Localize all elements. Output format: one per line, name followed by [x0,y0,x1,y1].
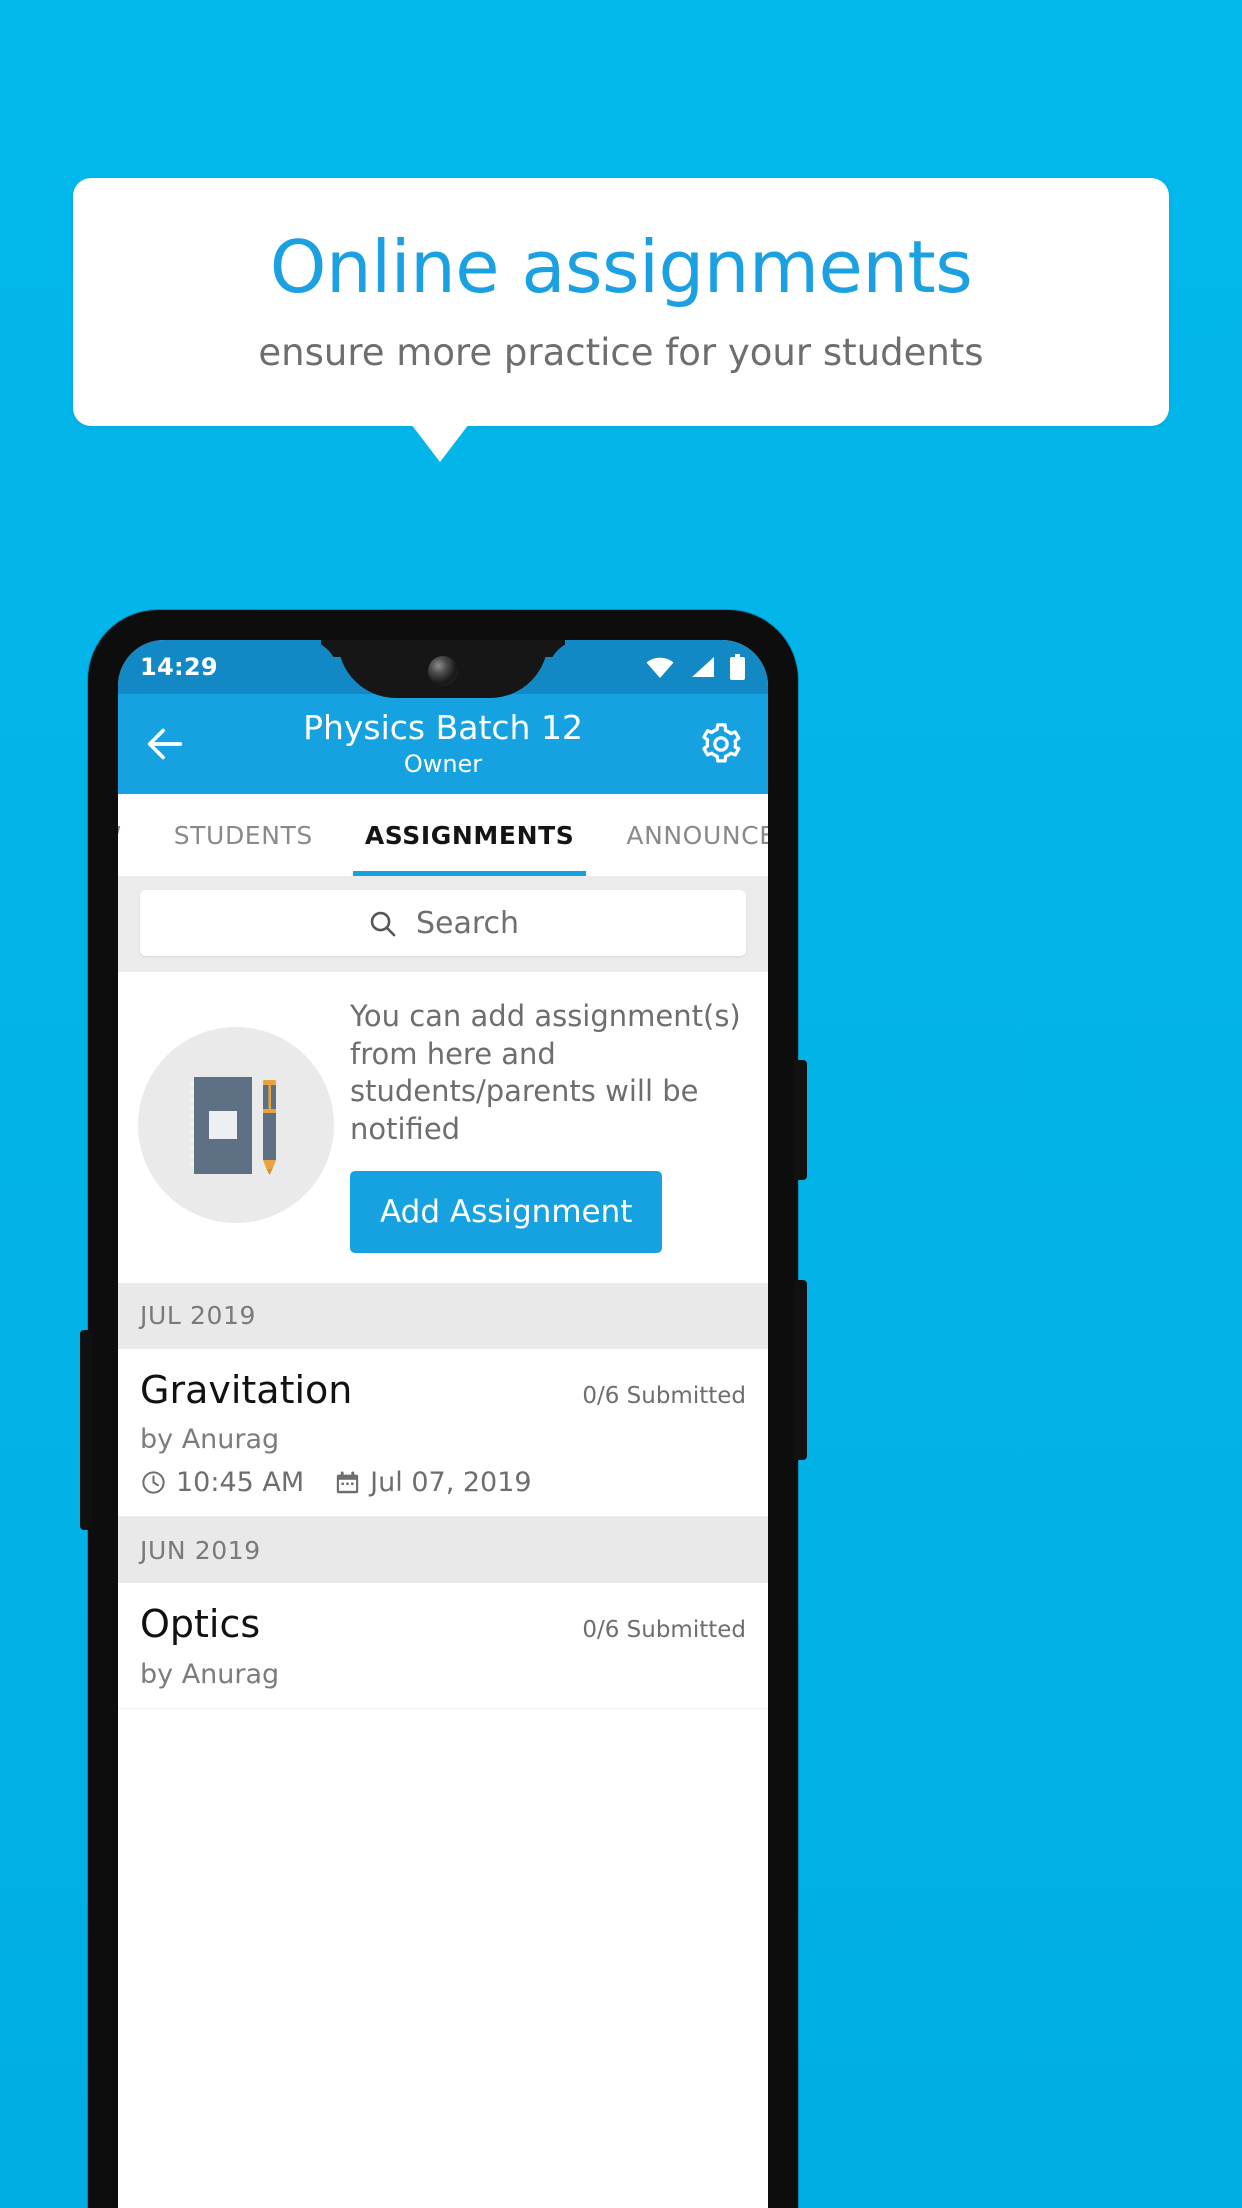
gear-icon[interactable] [698,721,744,767]
camera-notch [338,640,548,698]
month-label: JUN 2019 [140,1535,261,1565]
promo-subtitle: ensure more practice for your students [258,331,984,375]
phone-screen: 14:29 Physics Batch 12 Owner STUDENTS AS… [118,640,768,2208]
phone-side-button-power [793,1280,807,1460]
empty-state-text: You can add assignment(s) from here and … [350,999,741,1147]
assignment-row-gravitation[interactable]: Gravitation 0/6 Submitted by Anurag 10:4… [118,1348,768,1518]
cellular-signal-icon [692,657,714,677]
status-icons [645,654,746,680]
assignment-row-optics[interactable]: Optics 0/6 Submitted by Anurag [118,1583,768,1710]
add-assignment-button[interactable]: Add Assignment [350,1170,663,1253]
tab-students[interactable]: STUDENTS [148,794,339,876]
wifi-icon [646,657,674,678]
assignment-title: Gravitation [140,1367,353,1412]
back-arrow-icon[interactable] [142,721,188,767]
month-label: JUL 2019 [140,1301,256,1331]
status-bar: 14:29 [118,640,768,698]
month-header-jul: JUL 2019 [118,1282,768,1349]
promo-title: Online assignments [269,224,973,309]
phone-side-button-volume [793,1060,807,1180]
tab-label: ANNOUNCEMENTS [626,820,768,850]
tab-overview[interactable]: IEW [118,794,148,876]
assignment-author: by Anurag [140,1659,280,1691]
calendar-icon [336,1471,359,1494]
assignment-submitted-count: 0/6 Submitted [582,1382,746,1409]
page-subtitle: Owner [403,750,483,779]
search-icon [370,911,396,936]
tab-announcements[interactable]: ANNOUNCEMENTS [600,794,768,876]
empty-state-card: You can add assignment(s) from here and … [118,972,768,1283]
tab-label: STUDENTS [173,820,313,850]
assignment-header: Optics 0/6 Submitted [140,1603,746,1647]
promo-bubble: Online assignments ensure more practice … [73,178,1169,426]
month-header-jun: JUN 2019 [118,1517,768,1584]
promo-screenshot: Online assignments ensure more practice … [0,0,1242,2208]
tab-label: ASSIGNMENTS [364,820,575,850]
assignment-meta: 10:45 AM Jul 07, 2019 [140,1467,746,1498]
page-title: Physics Batch 12 [303,707,583,747]
illustration-circle [138,1027,334,1224]
assignment-title: Optics [140,1602,261,1647]
app-bar: Physics Batch 12 Owner [118,694,768,794]
tab-bar: IEW STUDENTS ASSIGNMENTS ANNOUNCEMENTS [118,794,768,876]
tab-assignments[interactable]: ASSIGNMENTS [339,794,601,876]
search-container: Search [118,876,768,972]
phone-frame: 14:29 Physics Batch 12 Owner STUDENTS AS… [88,610,798,2208]
front-camera-icon [428,656,458,686]
assignment-time: 10:45 AM [176,1467,305,1499]
assignment-submitted-count: 0/6 Submitted [582,1617,746,1644]
app-bar-titles: Physics Batch 12 Owner [118,707,768,779]
battery-icon [730,654,745,680]
empty-state-content: You can add assignment(s) from here and … [350,998,748,1253]
assignment-author: by Anurag [140,1424,280,1456]
promo-bubble-tail [411,424,469,462]
tab-label: IEW [118,821,122,850]
phone-side-button-left [80,1330,92,1530]
assignment-header: Gravitation 0/6 Submitted [140,1367,746,1413]
clock-icon [142,1471,165,1495]
status-time: 14:29 [140,653,218,681]
search-input[interactable]: Search [140,890,746,956]
notebook-and-pen-icon [189,1077,276,1176]
search-placeholder: Search [415,905,520,941]
assignment-date: Jul 07, 2019 [370,1467,532,1499]
